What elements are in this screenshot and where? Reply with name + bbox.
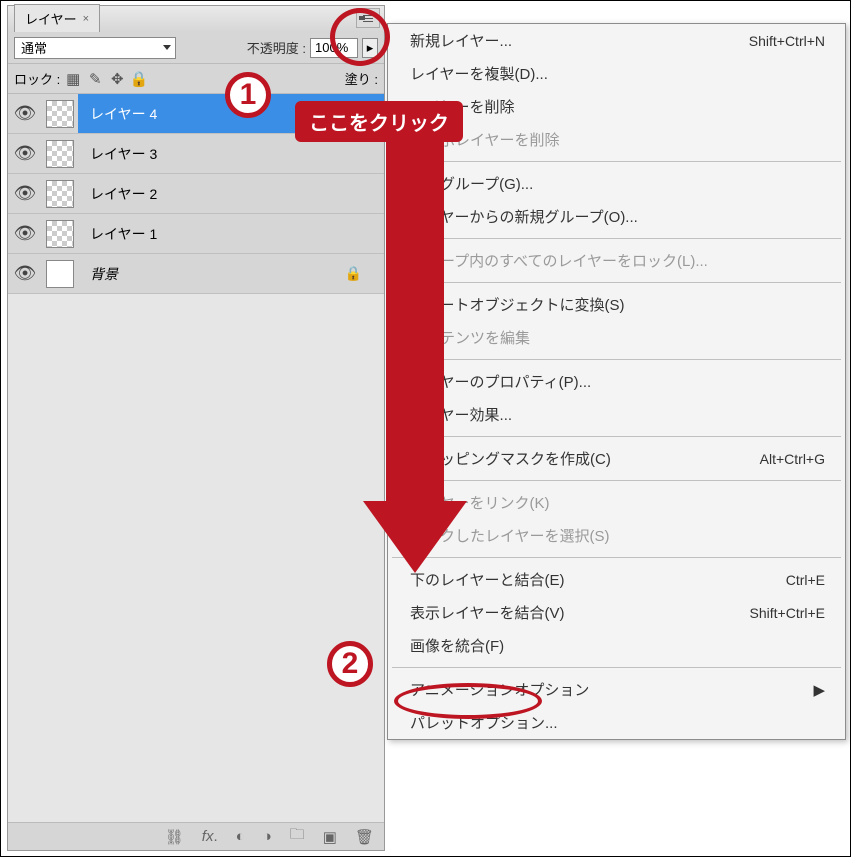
- submenu-arrow-icon: ▶: [813, 681, 825, 699]
- adjustment-layer-icon[interactable]: ◑: [263, 828, 272, 845]
- fill-label: 塗り :: [345, 69, 378, 88]
- visibility-toggle[interactable]: 👁: [8, 103, 42, 124]
- layer-name: 背景: [90, 264, 118, 284]
- lock-transparency-icon[interactable]: ▦: [64, 70, 82, 88]
- menu-label: 新規レイヤー...: [410, 30, 512, 51]
- menu-shortcut: Alt+Ctrl+G: [760, 451, 825, 467]
- menu-separator: [392, 161, 841, 162]
- dropdown-icon: [163, 45, 171, 50]
- annotation-number-2: 2: [327, 641, 373, 687]
- opacity-input[interactable]: 100%: [310, 38, 358, 58]
- layer-thumbnail[interactable]: [46, 180, 74, 208]
- menu-edit-contents: コンテンツを編集: [388, 321, 845, 354]
- lock-row: ロック : ▦ ✎ ✥ 🔒 塗り :: [8, 64, 384, 94]
- menu-palette-options[interactable]: パレットオプション...: [388, 706, 845, 739]
- menu-separator: [392, 436, 841, 437]
- menu-separator: [392, 667, 841, 668]
- menu-separator: [392, 480, 841, 481]
- panel-bottom-toolbar: ⛓ fx. ◐ ◑ 🗀 ▣ 🗑: [8, 822, 384, 850]
- layer-row[interactable]: 👁 背景 🔒: [8, 254, 384, 294]
- menu-separator: [392, 359, 841, 360]
- layer-name: レイヤー 2: [90, 184, 157, 204]
- annotation-number-label: 1: [240, 78, 257, 112]
- menu-new-group[interactable]: 新規グループ(G)...: [388, 167, 845, 200]
- blend-row: 通常 不透明度 : 100% ▸: [8, 32, 384, 64]
- menu-merge-visible[interactable]: 表示レイヤーを結合(V) Shift+Ctrl+E: [388, 596, 845, 629]
- menu-lock-all-in-group: グループ内のすべてのレイヤーをロック(L)...: [388, 244, 845, 277]
- annotation-arrow-body: [386, 133, 444, 503]
- layers-tab[interactable]: レイヤー ×: [14, 4, 100, 32]
- layer-mask-icon[interactable]: ◐: [236, 828, 245, 845]
- annotation-arrow-head: [363, 501, 467, 573]
- menu-new-group-from-layers[interactable]: レイヤーからの新規グループ(O)...: [388, 200, 845, 233]
- menu-shortcut: Shift+Ctrl+N: [749, 33, 825, 49]
- lock-move-icon[interactable]: ✥: [108, 70, 126, 88]
- tab-close-icon[interactable]: ×: [83, 13, 89, 25]
- layer-thumbnail[interactable]: [46, 140, 74, 168]
- menu-shortcut: Ctrl+E: [786, 572, 825, 588]
- menu-new-layer[interactable]: 新規レイヤー... Shift+Ctrl+N: [388, 24, 845, 57]
- annotation-number-1: 1: [225, 72, 271, 118]
- annotation-number-label: 2: [342, 647, 359, 681]
- menu-label: 画像を統合(F): [410, 635, 504, 656]
- new-layer-icon[interactable]: ▣: [323, 828, 337, 846]
- layer-name: レイヤー 3: [90, 144, 157, 164]
- layer-name: レイヤー 1: [90, 224, 157, 244]
- menu-label: パレットオプション...: [410, 712, 558, 733]
- menu-label: 表示レイヤーを結合(V): [410, 602, 565, 623]
- visibility-toggle[interactable]: 👁: [8, 183, 42, 204]
- lock-paint-icon[interactable]: ✎: [86, 70, 104, 88]
- delete-layer-icon[interactable]: 🗑: [355, 828, 374, 846]
- menu-duplicate-layer[interactable]: レイヤーを複製(D)...: [388, 57, 845, 90]
- menu-label: レイヤーを複製(D)...: [410, 63, 548, 84]
- tab-label: レイヤー: [25, 9, 77, 28]
- menu-shortcut: Shift+Ctrl+E: [750, 605, 825, 621]
- menu-label: アニメーションオプション: [410, 679, 589, 700]
- visibility-toggle[interactable]: 👁: [8, 263, 42, 284]
- menu-label: グループ内のすべてのレイヤーをロック(L)...: [410, 250, 708, 271]
- menu-create-clipping-mask[interactable]: クリッピングマスクを作成(C) Alt+Ctrl+G: [388, 442, 845, 475]
- layer-row[interactable]: 👁 レイヤー 1: [8, 214, 384, 254]
- layer-name: レイヤー 4: [90, 104, 157, 124]
- lock-label: ロック :: [14, 69, 60, 88]
- menu-layer-style[interactable]: レイヤー効果...: [388, 398, 845, 431]
- lock-icon: 🔒: [345, 265, 362, 282]
- annotation-callout-text: ここをクリック: [309, 113, 449, 135]
- layer-row[interactable]: 👁 レイヤー 2: [8, 174, 384, 214]
- menu-animation-options[interactable]: アニメーションオプション ▶: [388, 673, 845, 706]
- layer-thumbnail[interactable]: [46, 220, 74, 248]
- menu-separator: [392, 282, 841, 283]
- new-group-icon[interactable]: 🗀: [290, 824, 305, 849]
- layer-thumbnail[interactable]: [46, 100, 74, 128]
- blend-mode-select[interactable]: 通常: [14, 37, 176, 59]
- visibility-toggle[interactable]: 👁: [8, 143, 42, 164]
- menu-separator: [392, 238, 841, 239]
- panel-menu-button[interactable]: [356, 8, 380, 28]
- panel-tab-bar: レイヤー ×: [8, 6, 384, 32]
- menu-flatten-image[interactable]: 画像を統合(F): [388, 629, 845, 662]
- opacity-flyout-button[interactable]: ▸: [362, 38, 378, 58]
- layer-thumbnail[interactable]: [46, 260, 74, 288]
- blend-mode-value: 通常: [21, 38, 47, 57]
- menu-layer-properties[interactable]: レイヤーのプロパティ(P)...: [388, 365, 845, 398]
- opacity-value: 100%: [315, 40, 348, 55]
- visibility-toggle[interactable]: 👁: [8, 223, 42, 244]
- opacity-label: 不透明度 :: [247, 38, 306, 57]
- layer-style-icon[interactable]: fx.: [202, 828, 218, 845]
- menu-convert-smart-object[interactable]: スマートオブジェクトに変換(S): [388, 288, 845, 321]
- menu-label: レイヤーからの新規グループ(O)...: [410, 206, 638, 227]
- link-layers-icon[interactable]: ⛓: [165, 828, 184, 846]
- lock-all-icon[interactable]: 🔒: [130, 70, 148, 88]
